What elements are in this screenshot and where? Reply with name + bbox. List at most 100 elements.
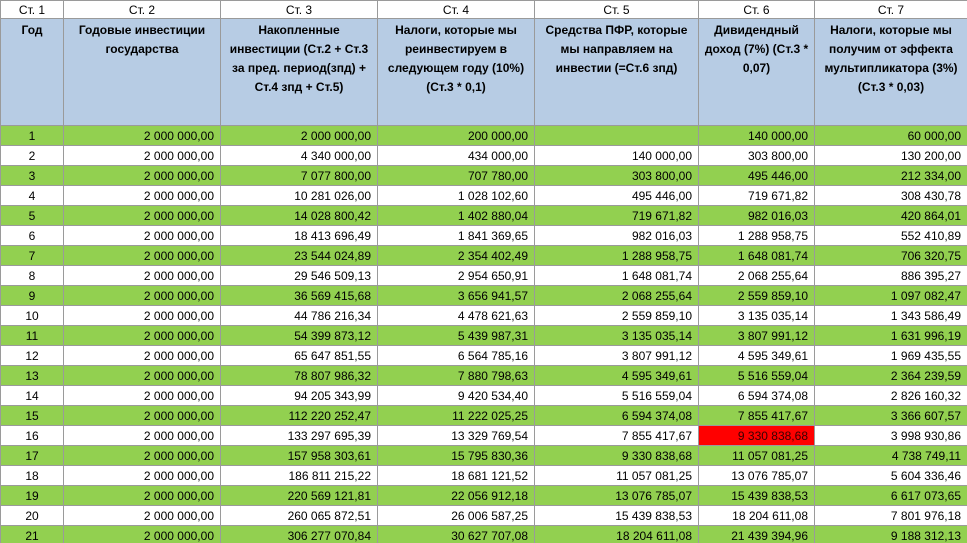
cell-reinvested-tax[interactable]: 4 478 621,63	[377, 305, 535, 326]
cell-pension-fund[interactable]	[534, 125, 699, 146]
cell-pension-fund[interactable]: 9 330 838,68	[534, 445, 699, 466]
cell-dividend[interactable]: 3 807 991,12	[698, 325, 815, 346]
cell-pension-fund[interactable]: 4 595 349,61	[534, 365, 699, 386]
cell-dividend[interactable]: 1 288 958,75	[698, 225, 815, 246]
column-number-cell[interactable]: Ст. 2	[63, 0, 221, 19]
cell-accumulated[interactable]: 36 569 415,68	[220, 285, 378, 306]
cell-multiplier-tax[interactable]: 886 395,27	[814, 265, 967, 286]
cell-accumulated[interactable]: 44 786 216,34	[220, 305, 378, 326]
cell-multiplier-tax[interactable]: 2 826 160,32	[814, 385, 967, 406]
cell-reinvested-tax[interactable]: 434 000,00	[377, 145, 535, 166]
cell-pension-fund[interactable]: 1 288 958,75	[534, 245, 699, 266]
cell-annual-investment[interactable]: 2 000 000,00	[63, 225, 221, 246]
cell-pension-fund[interactable]: 15 439 838,53	[534, 505, 699, 526]
cell-multiplier-tax[interactable]: 1 097 082,47	[814, 285, 967, 306]
cell-pension-fund[interactable]: 11 057 081,25	[534, 465, 699, 486]
cell-annual-investment[interactable]: 2 000 000,00	[63, 285, 221, 306]
cell-dividend[interactable]: 303 800,00	[698, 145, 815, 166]
cell-year[interactable]: 5	[0, 205, 64, 226]
cell-annual-investment[interactable]: 2 000 000,00	[63, 505, 221, 526]
cell-pension-fund[interactable]: 982 016,03	[534, 225, 699, 246]
cell-year[interactable]: 13	[0, 365, 64, 386]
cell-accumulated[interactable]: 133 297 695,39	[220, 425, 378, 446]
cell-pension-fund[interactable]: 5 516 559,04	[534, 385, 699, 406]
column-number-cell[interactable]: Ст. 7	[814, 0, 967, 19]
cell-annual-investment[interactable]: 2 000 000,00	[63, 245, 221, 266]
cell-multiplier-tax[interactable]: 60 000,00	[814, 125, 967, 146]
cell-multiplier-tax[interactable]: 552 410,89	[814, 225, 967, 246]
cell-reinvested-tax[interactable]: 5 439 987,31	[377, 325, 535, 346]
cell-multiplier-tax[interactable]: 7 801 976,18	[814, 505, 967, 526]
cell-accumulated[interactable]: 94 205 343,99	[220, 385, 378, 406]
header-dividend-income[interactable]: Дивидендный доход (7%) (Ст.3 * 0,07)	[698, 18, 815, 126]
header-pension-fund[interactable]: Средства ПФР, которые мы направляем на и…	[534, 18, 699, 126]
cell-reinvested-tax[interactable]: 3 656 941,57	[377, 285, 535, 306]
cell-pension-fund[interactable]: 2 559 859,10	[534, 305, 699, 326]
cell-multiplier-tax[interactable]: 130 200,00	[814, 145, 967, 166]
cell-year[interactable]: 12	[0, 345, 64, 366]
column-number-cell[interactable]: Ст. 5	[534, 0, 699, 19]
cell-year[interactable]: 14	[0, 385, 64, 406]
header-reinvested-taxes[interactable]: Налоги, которые мы реинвестируем в следу…	[377, 18, 535, 126]
cell-year[interactable]: 9	[0, 285, 64, 306]
cell-multiplier-tax[interactable]: 1 343 586,49	[814, 305, 967, 326]
cell-accumulated[interactable]: 18 413 696,49	[220, 225, 378, 246]
cell-dividend[interactable]: 1 648 081,74	[698, 245, 815, 266]
cell-annual-investment[interactable]: 2 000 000,00	[63, 345, 221, 366]
cell-annual-investment[interactable]: 2 000 000,00	[63, 385, 221, 406]
cell-dividend[interactable]: 982 016,03	[698, 205, 815, 226]
cell-accumulated[interactable]: 54 399 873,12	[220, 325, 378, 346]
cell-accumulated[interactable]: 29 546 509,13	[220, 265, 378, 286]
cell-accumulated[interactable]: 260 065 872,51	[220, 505, 378, 526]
cell-pension-fund[interactable]: 7 855 417,67	[534, 425, 699, 446]
cell-annual-investment[interactable]: 2 000 000,00	[63, 425, 221, 446]
cell-reinvested-tax[interactable]: 6 564 785,16	[377, 345, 535, 366]
cell-dividend[interactable]: 140 000,00	[698, 125, 815, 146]
cell-year[interactable]: 4	[0, 185, 64, 206]
cell-accumulated[interactable]: 306 277 070,84	[220, 525, 378, 543]
cell-annual-investment[interactable]: 2 000 000,00	[63, 365, 221, 386]
cell-year[interactable]: 3	[0, 165, 64, 186]
cell-multiplier-tax[interactable]: 420 864,01	[814, 205, 967, 226]
cell-dividend[interactable]: 21 439 394,96	[698, 525, 815, 543]
cell-annual-investment[interactable]: 2 000 000,00	[63, 185, 221, 206]
cell-annual-investment[interactable]: 2 000 000,00	[63, 405, 221, 426]
cell-accumulated[interactable]: 10 281 026,00	[220, 185, 378, 206]
cell-multiplier-tax[interactable]: 9 188 312,13	[814, 525, 967, 543]
cell-dividend[interactable]: 13 076 785,07	[698, 465, 815, 486]
cell-reinvested-tax[interactable]: 22 056 912,18	[377, 485, 535, 506]
cell-annual-investment[interactable]: 2 000 000,00	[63, 165, 221, 186]
cell-pension-fund[interactable]: 6 594 374,08	[534, 405, 699, 426]
cell-year[interactable]: 15	[0, 405, 64, 426]
column-number-cell[interactable]: Ст. 1	[0, 0, 64, 19]
cell-year[interactable]: 18	[0, 465, 64, 486]
cell-multiplier-tax[interactable]: 5 604 336,46	[814, 465, 967, 486]
cell-accumulated[interactable]: 14 028 800,42	[220, 205, 378, 226]
cell-multiplier-tax[interactable]: 1 631 996,19	[814, 325, 967, 346]
cell-dividend[interactable]: 4 595 349,61	[698, 345, 815, 366]
cell-accumulated[interactable]: 4 340 000,00	[220, 145, 378, 166]
cell-year[interactable]: 17	[0, 445, 64, 466]
cell-annual-investment[interactable]: 2 000 000,00	[63, 125, 221, 146]
cell-accumulated[interactable]: 23 544 024,89	[220, 245, 378, 266]
cell-multiplier-tax[interactable]: 212 334,00	[814, 165, 967, 186]
cell-multiplier-tax[interactable]: 308 430,78	[814, 185, 967, 206]
cell-annual-investment[interactable]: 2 000 000,00	[63, 265, 221, 286]
cell-accumulated[interactable]: 78 807 986,32	[220, 365, 378, 386]
cell-year[interactable]: 8	[0, 265, 64, 286]
cell-multiplier-tax[interactable]: 3 366 607,57	[814, 405, 967, 426]
cell-pension-fund[interactable]: 140 000,00	[534, 145, 699, 166]
cell-annual-investment[interactable]: 2 000 000,00	[63, 445, 221, 466]
cell-annual-investment[interactable]: 2 000 000,00	[63, 465, 221, 486]
cell-reinvested-tax[interactable]: 1 028 102,60	[377, 185, 535, 206]
cell-dividend[interactable]: 7 855 417,67	[698, 405, 815, 426]
cell-accumulated[interactable]: 65 647 851,55	[220, 345, 378, 366]
cell-reinvested-tax[interactable]: 2 354 402,49	[377, 245, 535, 266]
cell-year[interactable]: 6	[0, 225, 64, 246]
cell-multiplier-tax[interactable]: 3 998 930,86	[814, 425, 967, 446]
cell-pension-fund[interactable]: 3 135 035,14	[534, 325, 699, 346]
column-number-cell[interactable]: Ст. 6	[698, 0, 815, 19]
cell-dividend[interactable]: 2 559 859,10	[698, 285, 815, 306]
cell-dividend[interactable]: 6 594 374,08	[698, 385, 815, 406]
cell-dividend[interactable]: 3 135 035,14	[698, 305, 815, 326]
